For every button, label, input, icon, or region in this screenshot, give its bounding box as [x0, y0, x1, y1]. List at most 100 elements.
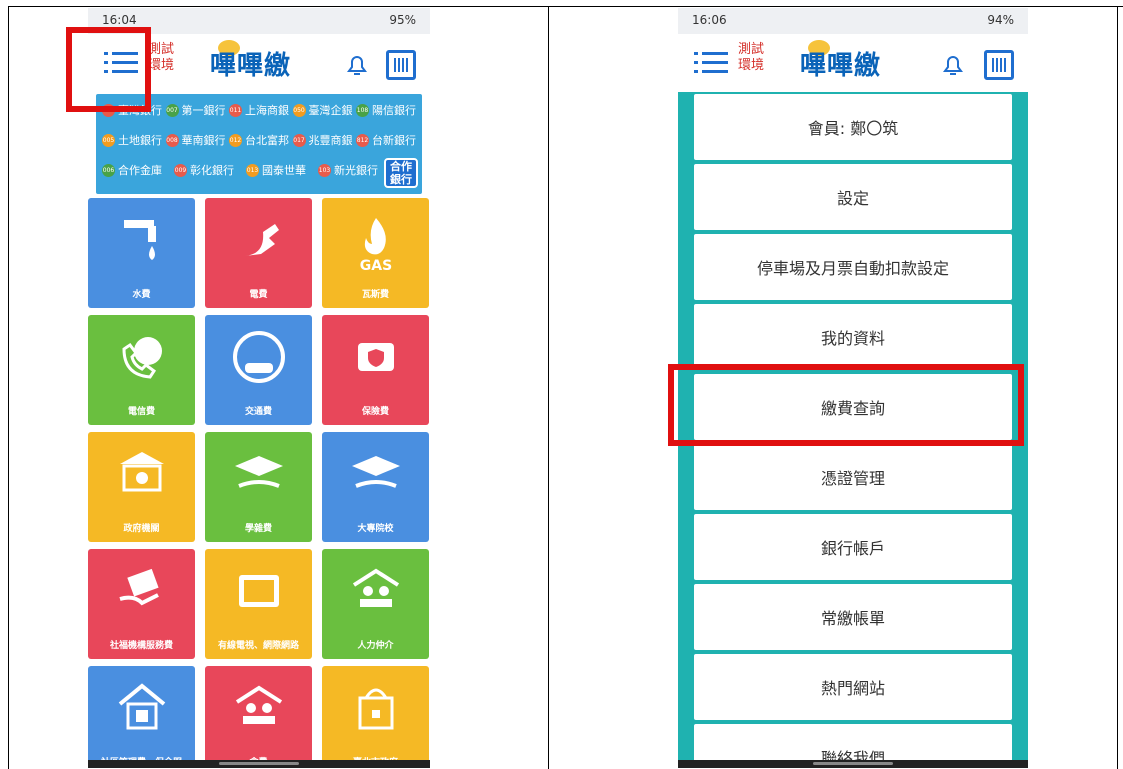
service-tile[interactable]: 臺北市政府 [322, 666, 429, 768]
bank-code-badge: 050 [292, 103, 306, 117]
table-border-left [8, 6, 9, 769]
menu-item[interactable]: 熱門網站 [694, 654, 1012, 720]
bank-name: 台北富邦 [245, 134, 289, 147]
service-tile-label: 保險費 [361, 407, 389, 417]
table-border-top [8, 6, 1123, 7]
electric-plug-icon [244, 224, 279, 256]
bank-name: 華南銀行 [181, 134, 226, 147]
partner-bank-label: 合作銀行 [384, 158, 418, 188]
bank-item: 012 台北富邦 [229, 132, 289, 148]
bank-row: 006 合作金庫 009 彰化銀行 013 國泰世華 103 新光銀行 [102, 160, 378, 180]
table-border-mid [548, 6, 549, 769]
bank-item: 108 陽信銀行 [356, 102, 416, 118]
service-tile[interactable]: 大專院校 [322, 432, 429, 542]
menu-item[interactable]: 銀行帳戶 [694, 514, 1012, 580]
bank-item: 008 華南銀行 [165, 132, 226, 148]
university-cap-icon [351, 456, 400, 488]
bank-item: 013 國泰世華 [246, 162, 306, 178]
menu-item[interactable]: 憑證管理 [694, 444, 1012, 510]
bank-code-badge: 013 [246, 163, 259, 177]
battery-status: 95% [389, 13, 416, 27]
people-house-icon [352, 568, 399, 607]
bank-code-badge: 017 [292, 133, 306, 147]
service-tile[interactable]: 會費 [205, 666, 312, 768]
bank-row: 005 土地銀行 008 華南銀行 012 台北富邦 017 兆豐商銀 812 台新銀行 [102, 130, 416, 150]
service-tile[interactable]: 有線電視、網際網路 [205, 549, 312, 659]
barcode-scan-icon[interactable] [386, 50, 416, 80]
bank-name: 上海商銀 [245, 104, 289, 117]
service-tile-label: 人力仲介 [357, 641, 394, 651]
bank-item: 007 第一銀行 [165, 102, 226, 118]
service-tile-label: 政府機關 [123, 524, 160, 534]
service-tile[interactable]: GAS 瓦斯費 [322, 198, 429, 308]
bell-icon[interactable] [344, 52, 370, 78]
bank-item: 011 上海商銀 [229, 102, 289, 118]
service-tile[interactable]: 交通費 [205, 315, 312, 425]
svg-text:GAS: GAS [359, 258, 391, 272]
bank-name: 土地銀行 [118, 134, 162, 147]
government-building-icon [119, 452, 164, 492]
gas-flame-icon: GAS [359, 218, 392, 272]
status-bar: 16:06 94% [678, 8, 1028, 34]
bank-name: 兆豐商銀 [308, 134, 353, 147]
service-tile[interactable]: 政府機關 [88, 432, 195, 542]
hamburger-menu-icon[interactable] [694, 50, 728, 76]
menu-item[interactable]: 設定 [694, 164, 1012, 230]
service-tile[interactable]: 電費 [205, 198, 312, 308]
status-time: 16:06 [692, 13, 727, 27]
app-header: 測試 環境 嗶嗶繳 [678, 34, 1028, 92]
bank-item: 006 合作金庫 [102, 162, 162, 178]
service-tile-label: 有線電視、網際網路 [217, 641, 299, 651]
service-tile[interactable]: 社福機構服務費 [88, 549, 195, 659]
bank-code-badge: 005 [102, 133, 115, 147]
menu-item[interactable]: 停車場及月票自動扣款設定 [694, 234, 1012, 300]
highlight-box-payment-query [668, 364, 1024, 446]
service-tile[interactable]: 學雜費 [205, 432, 312, 542]
bank-code-badge: 006 [102, 163, 115, 177]
bank-name: 彰化銀行 [190, 164, 234, 177]
env-label: 測試 環境 [148, 42, 175, 73]
menu-item[interactable]: 常繳帳單 [694, 584, 1012, 650]
bank-item: 017 兆豐商銀 [292, 132, 353, 148]
bank-code-badge: 103 [318, 163, 331, 177]
service-tile[interactable]: 水費 [88, 198, 195, 308]
barcode-scan-icon[interactable] [984, 50, 1014, 80]
service-tile[interactable]: 社區管理費、保全服 [88, 666, 195, 768]
bank-item: 812 台新銀行 [356, 132, 416, 148]
home-indicator [88, 760, 430, 768]
bank-name: 國泰世華 [262, 164, 306, 177]
service-tile-label: 瓦斯費 [361, 290, 389, 300]
menu-item[interactable]: 我的資料 [694, 304, 1012, 370]
car-icon [232, 331, 285, 383]
bank-code-badge: 012 [229, 133, 242, 147]
app-logo: 嗶嗶繳 [800, 40, 910, 82]
bell-icon[interactable] [940, 52, 966, 78]
money-hand-icon [118, 568, 159, 606]
home-indicator [678, 760, 1028, 768]
service-tile[interactable]: 電信費 [88, 315, 195, 425]
insurance-kit-icon [357, 343, 394, 371]
phone-icon [121, 337, 162, 379]
service-tile-label: 學雜費 [244, 524, 272, 534]
tv-icon [238, 575, 279, 607]
bank-name: 臺灣企銀 [308, 104, 353, 117]
bank-name: 合作金庫 [118, 164, 162, 177]
service-tile-label: 大專院校 [357, 524, 394, 534]
service-tile[interactable]: 保險費 [322, 315, 429, 425]
service-tile-label: 交通費 [244, 407, 272, 417]
bank-name: 陽信銀行 [372, 104, 416, 117]
menu-item[interactable]: 會員: 鄭〇筑 [694, 94, 1012, 160]
service-tile[interactable]: 人力仲介 [322, 549, 429, 659]
highlight-box-hamburger [66, 27, 151, 112]
table-border-right [1117, 6, 1118, 769]
left-phone-screen: 16:04 95% 測試 環境 嗶嗶繳 004 臺灣銀行 007 第一銀行 011 上海商… [88, 8, 430, 768]
bank-item: 009 彰化銀行 [174, 162, 234, 178]
people-group-icon [235, 685, 282, 724]
bank-code-badge: 009 [174, 163, 187, 177]
battery-status: 94% [987, 13, 1014, 27]
bank-name: 新光銀行 [334, 164, 378, 177]
status-time: 16:04 [102, 13, 137, 27]
house-icon [118, 683, 165, 730]
service-tile-label: 電信費 [127, 407, 155, 417]
bank-code-badge: 812 [356, 133, 369, 147]
